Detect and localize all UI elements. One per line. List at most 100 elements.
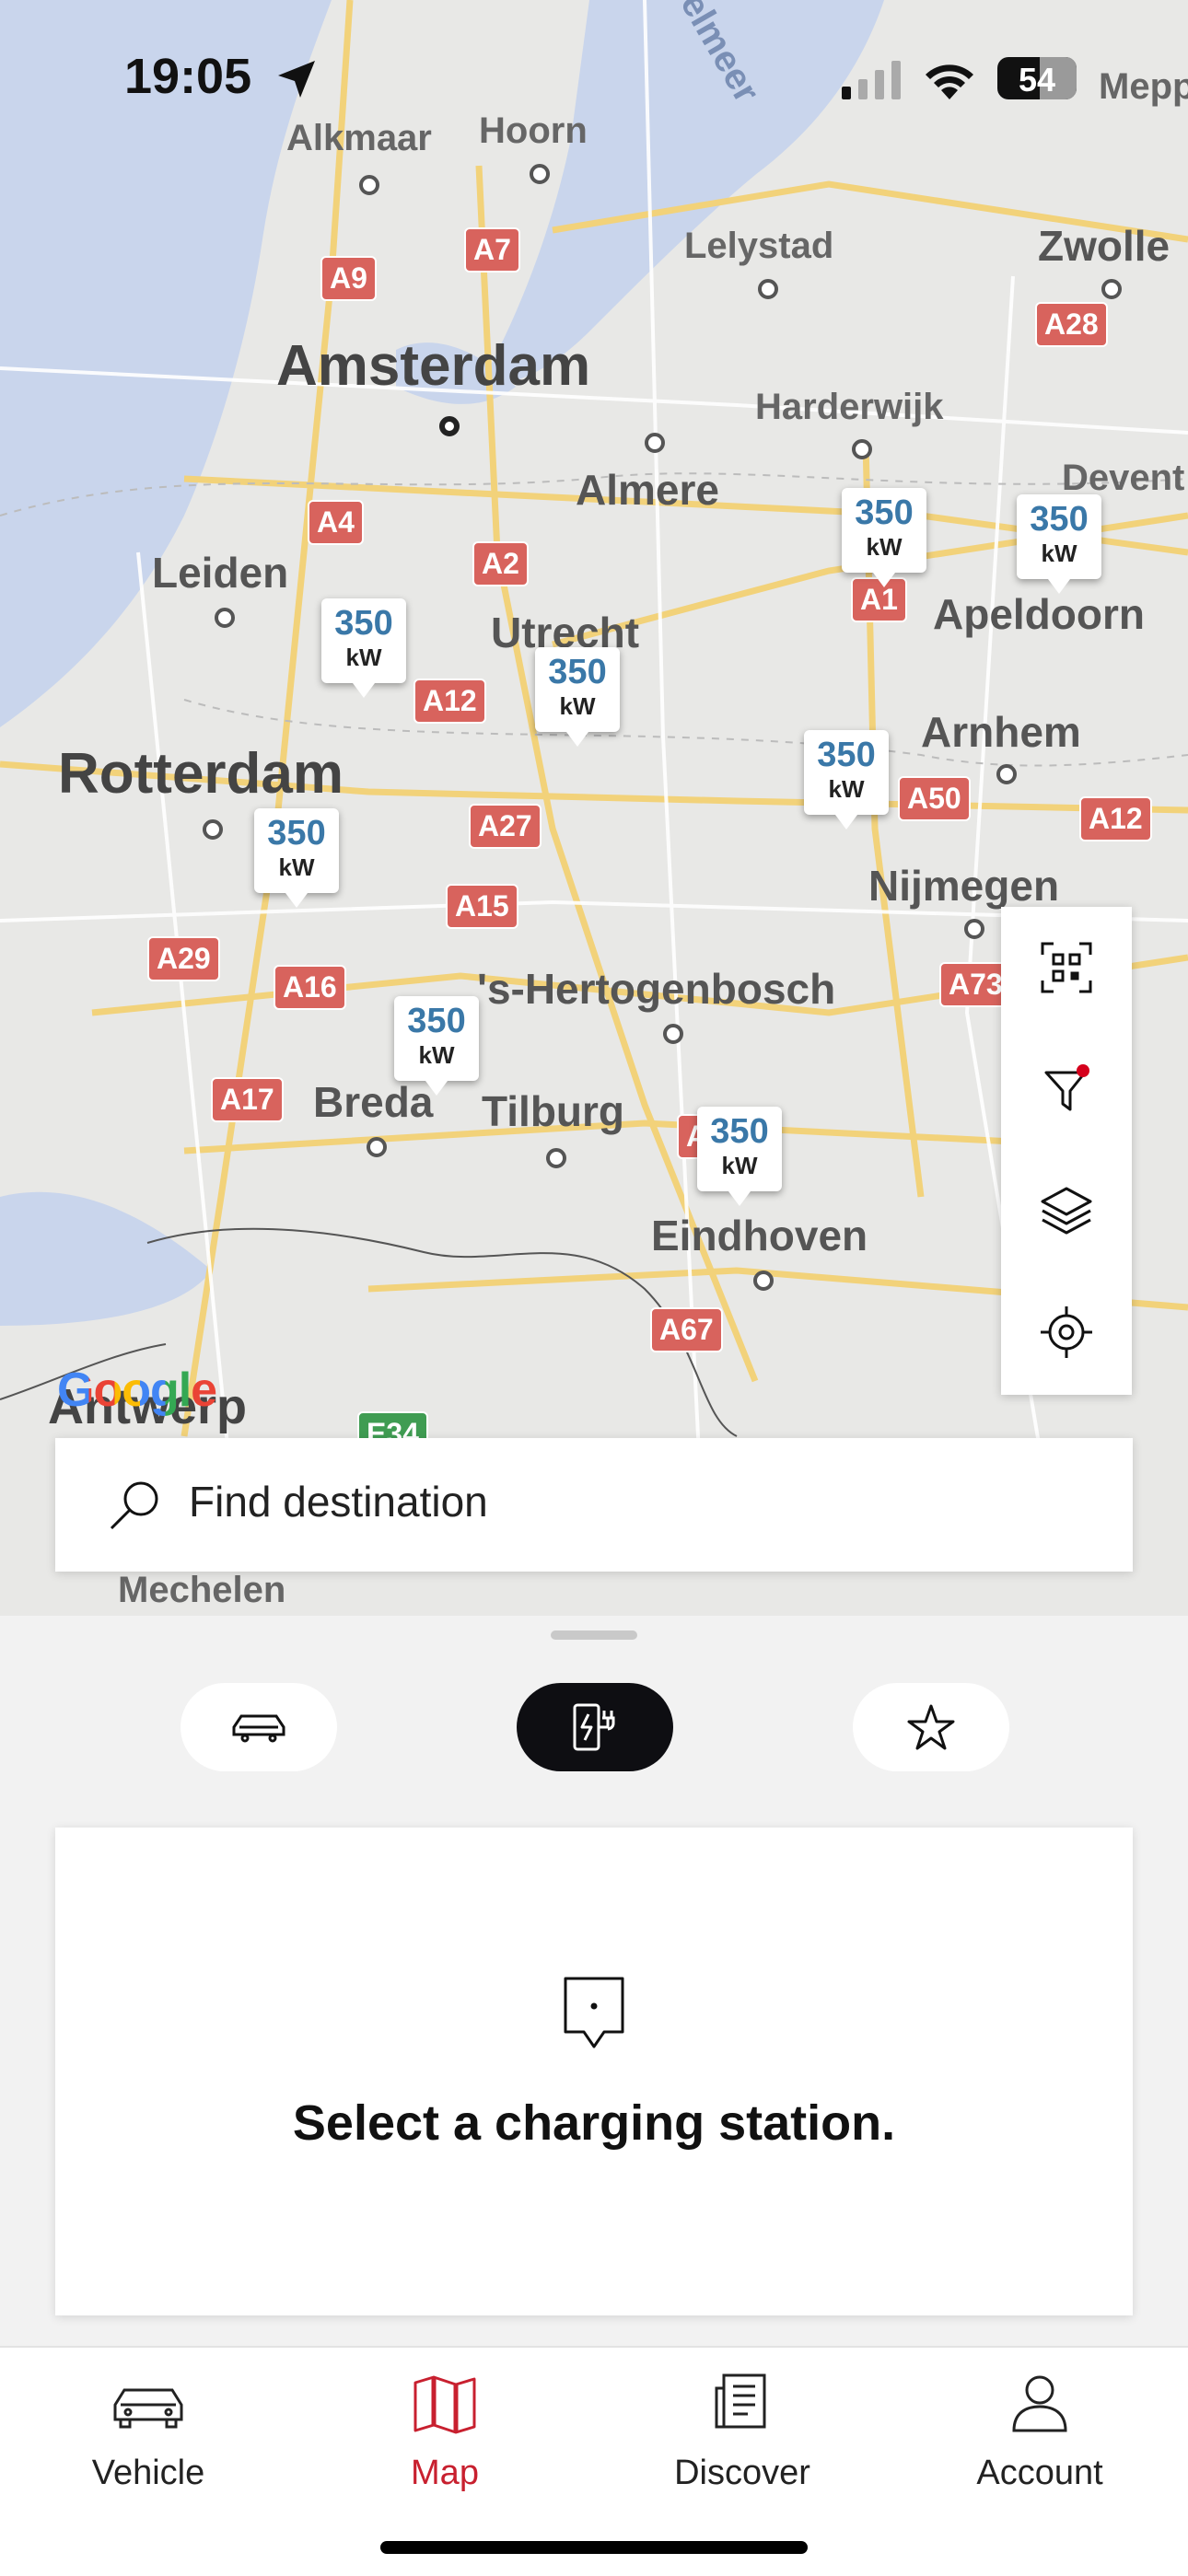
label-den-bosch: 's-Hertogenbosch (477, 965, 836, 1013)
battery-icon: 54 (997, 57, 1077, 99)
road-shield: A15 (446, 884, 518, 929)
map-tools-panel (1001, 907, 1132, 1395)
car-icon (232, 1714, 285, 1743)
status-time: 19:05 (124, 49, 252, 104)
road-shield: A4 (308, 500, 364, 545)
charging-station-marker[interactable]: 350 kW (697, 1107, 782, 1206)
city-dot (367, 1137, 387, 1157)
wifi-icon (926, 64, 973, 99)
marker-power: 350 (817, 736, 876, 774)
city-dot (964, 919, 984, 939)
city-dot (203, 819, 223, 840)
qr-scan-icon (1041, 942, 1092, 993)
star-icon (907, 1704, 955, 1750)
charging-station-marker[interactable]: 350 kW (804, 730, 889, 830)
marker-power: 350 (407, 1002, 466, 1040)
tab-discover-label: Discover (674, 2454, 810, 2492)
car-icon (113, 2388, 183, 2429)
road-shield: A12 (1079, 796, 1152, 841)
label-arnhem: Arnhem (921, 708, 1081, 756)
charging-filter-pill[interactable] (517, 1683, 673, 1771)
label-apeldoorn: Apeldoorn (933, 590, 1145, 638)
charging-station-marker[interactable]: 350 kW (254, 808, 339, 908)
search-placeholder: Find destination (189, 1478, 488, 1526)
road-shield: A50 (898, 776, 971, 821)
road-shield: A7 (464, 227, 520, 273)
road-shield: A28 (1035, 302, 1108, 347)
charging-station-marker[interactable]: 350 kW (394, 996, 479, 1096)
city-dot (753, 1271, 774, 1291)
favorites-filter-pill[interactable] (853, 1683, 1009, 1771)
marker-power: 350 (548, 653, 607, 691)
newspaper-icon (715, 2373, 766, 2429)
search-icon (110, 1481, 158, 1530)
tab-map[interactable]: Map (297, 2348, 593, 2532)
sheet-drag-handle[interactable] (551, 1630, 637, 1640)
vehicle-filter-pill[interactable] (181, 1683, 337, 1771)
city-dot (852, 439, 872, 459)
city-dot (645, 433, 665, 453)
layers-button[interactable] (1001, 1150, 1132, 1271)
qr-scan-button[interactable] (1001, 907, 1132, 1028)
home-indicator[interactable] (380, 2541, 808, 2554)
city-dot (546, 1148, 566, 1168)
map-pin-icon (564, 1977, 624, 2048)
empty-state-message: Select a charging station. (292, 2095, 896, 2151)
marker-unit: kW (345, 644, 382, 671)
marker-unit: kW (1041, 540, 1077, 567)
label-harderwijk: Harderwijk (755, 387, 944, 427)
marker-unit: kW (418, 1041, 455, 1069)
status-bar: 19:05 54 (0, 0, 1188, 157)
station-details-card: Select a charging station. (55, 1828, 1133, 2315)
label-zwolle: Zwolle (1038, 222, 1171, 270)
road-shield: A17 (211, 1077, 284, 1122)
road-shield: A9 (320, 256, 377, 301)
marker-power: 350 (855, 493, 914, 532)
label-tilburg: Tilburg (482, 1087, 625, 1135)
city-dot (758, 279, 778, 299)
label-amsterdam: Amsterdam (276, 334, 591, 398)
label-rotterdam: Rotterdam (58, 742, 344, 806)
marker-unit: kW (278, 853, 315, 881)
label-deventer: Devent (1062, 458, 1185, 498)
label-breda: Breda (313, 1078, 434, 1126)
label-mechelen: Mechelen (118, 1570, 286, 1610)
road-shield: A16 (274, 965, 346, 1010)
marker-unit: kW (828, 775, 865, 803)
city-dot-capital (439, 416, 460, 436)
road-shield: A29 (147, 936, 220, 981)
label-leiden: Leiden (152, 549, 289, 597)
tab-vehicle-label: Vehicle (91, 2454, 205, 2492)
road-shield: A27 (469, 804, 542, 849)
map-view[interactable]: Amsterdam Rotterdam Utrecht Alkmaar Hoor… (0, 0, 1188, 1616)
layers-icon (1041, 1187, 1092, 1235)
filter-icon (1044, 1064, 1089, 1111)
city-dot (359, 175, 379, 195)
marker-power: 350 (710, 1112, 769, 1151)
marker-power: 350 (334, 604, 393, 643)
tab-account[interactable]: Account (891, 2348, 1188, 2532)
city-dot (663, 1024, 683, 1044)
filter-button[interactable] (1001, 1028, 1132, 1150)
destination-search[interactable]: Find destination (55, 1438, 1133, 1572)
city-dot (215, 608, 235, 628)
locate-me-button[interactable] (1001, 1271, 1132, 1393)
tab-discover[interactable]: Discover (594, 2348, 891, 2532)
charging-station-marker[interactable]: 350 kW (842, 488, 926, 587)
charging-station-marker[interactable]: 350 kW (535, 647, 620, 747)
marker-power: 350 (267, 814, 326, 853)
charging-station-icon (573, 1703, 615, 1751)
bottom-sheet: Select a charging station. (0, 1616, 1188, 2348)
road-shield: A67 (650, 1307, 723, 1352)
tab-vehicle[interactable]: Vehicle (0, 2348, 297, 2532)
charging-station-marker[interactable]: 350 kW (321, 598, 406, 698)
label-eindhoven: Eindhoven (651, 1212, 868, 1259)
label-lelystad: Lelystad (684, 226, 834, 266)
user-icon (1012, 2375, 1067, 2432)
marker-power: 350 (1030, 500, 1089, 539)
marker-unit: kW (559, 692, 596, 720)
road-shield: A2 (472, 541, 529, 586)
city-dot (1101, 279, 1122, 299)
google-attribution: Google (57, 1363, 217, 1417)
charging-station-marker[interactable]: 350 kW (1017, 494, 1101, 594)
